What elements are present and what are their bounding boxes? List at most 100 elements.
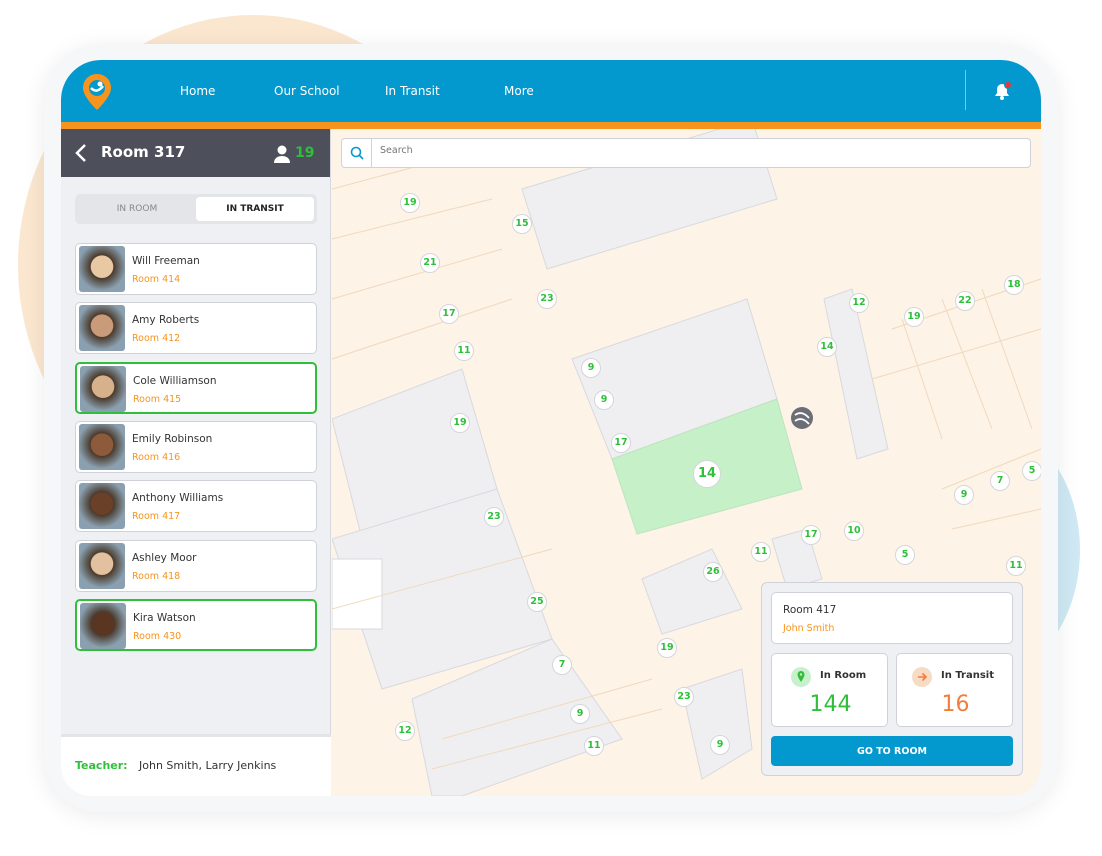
map-room-marker[interactable]: 22 — [955, 291, 975, 311]
student-name: Ashley Moor — [132, 551, 197, 564]
in-transit-stat: In Transit 16 — [896, 653, 1013, 727]
room-info-panel: Room 417 John Smith In Room 144 In Trans… — [761, 582, 1023, 776]
map-room-marker[interactable]: 23 — [484, 507, 504, 527]
map-room-marker[interactable]: 19 — [400, 193, 420, 213]
map-room-marker[interactable]: 9 — [570, 704, 590, 724]
teacher-info: Teacher: John Smith, Larry Jenkins — [61, 734, 331, 796]
map-room-marker[interactable]: 9 — [594, 390, 614, 410]
map-room-marker[interactable]: 26 — [703, 562, 723, 582]
room-header: Room 317 19 — [61, 129, 330, 177]
accent-strip — [61, 122, 1041, 129]
map-room-marker[interactable]: 12 — [849, 293, 869, 313]
student-photo — [79, 483, 125, 530]
top-nav: Home Our School In Transit More — [61, 60, 1041, 122]
student-card[interactable]: Anthony Williams Room 417 — [75, 480, 317, 533]
student-room: Room 414 — [132, 274, 181, 285]
student-room: Room 417 — [132, 511, 181, 523]
go-to-room-button[interactable]: GO TO ROOM — [771, 736, 1013, 766]
student-name: Anthony Williams — [132, 492, 224, 505]
map-room-marker[interactable]: 9 — [954, 485, 974, 505]
map-room-marker[interactable]: 23 — [674, 687, 694, 707]
map-room-marker[interactable]: 19 — [904, 307, 924, 327]
bell-icon[interactable] — [991, 80, 1013, 102]
search-input[interactable] — [380, 145, 980, 156]
room-card: Room 417 John Smith — [771, 592, 1013, 644]
tab-in-transit[interactable]: IN TRANSIT — [196, 197, 314, 221]
student-name: Amy Roberts — [132, 314, 200, 327]
room-title: Room 317 — [101, 143, 186, 161]
map-room-marker[interactable]: 5 — [895, 545, 915, 565]
student-card[interactable]: Ashley Moor Room 418 — [75, 539, 317, 592]
divider — [965, 70, 966, 110]
map-room-marker[interactable]: 11 — [751, 542, 771, 562]
student-card[interactable]: Amy Roberts Room 412 — [75, 302, 317, 355]
map-room-marker[interactable]: 17 — [801, 525, 821, 545]
student-count: 19 — [295, 145, 315, 161]
location-pin-icon — [791, 667, 811, 687]
in-room-label: In Room — [820, 670, 867, 681]
nav-in-transit[interactable]: In Transit — [385, 84, 440, 98]
app-screen: Home Our School In Transit More Room 317… — [61, 60, 1041, 796]
map-room-marker[interactable]: 12 — [395, 721, 415, 741]
map-room-marker[interactable]: 11 — [454, 341, 474, 361]
map-room-marker[interactable]: 9 — [710, 735, 730, 755]
student-photo — [80, 602, 126, 649]
student-name: Emily Robinson — [132, 432, 213, 445]
map-room-marker[interactable]: 11 — [584, 736, 604, 756]
map-room-marker[interactable]: 11 — [1006, 556, 1026, 576]
map-room-marker[interactable]: 17 — [611, 433, 631, 453]
teacher-label: Teacher: — [75, 759, 128, 772]
student-photo — [80, 365, 126, 412]
sidebar: Room 317 19 IN ROOM IN TRANSIT Will Free… — [61, 129, 331, 796]
map-room-marker[interactable]: 5 — [1022, 461, 1041, 481]
map-room-marker[interactable]: 7 — [990, 471, 1010, 491]
student-card[interactable]: Kira Watson Room 430 — [75, 598, 317, 651]
in-room-count: 144 — [809, 692, 852, 717]
student-room: Room 430 — [133, 630, 182, 642]
nav-home[interactable]: Home — [180, 84, 215, 98]
student-room: Room 418 — [132, 570, 181, 582]
student-photo — [79, 423, 125, 470]
map-room-marker[interactable]: 14 — [817, 337, 837, 357]
person-icon — [274, 145, 290, 163]
status-toggle: IN ROOM IN TRANSIT — [75, 194, 317, 224]
student-card[interactable]: Cole Williamson Room 415 — [75, 361, 317, 414]
map-room-marker[interactable]: 15 — [512, 214, 532, 234]
logo-icon — [83, 74, 111, 110]
student-room: Room 412 — [132, 333, 181, 345]
student-name: Will Freeman — [132, 255, 200, 267]
stairs-icon — [791, 407, 813, 429]
map-room-marker[interactable]: 10 — [844, 521, 864, 541]
arrow-right-icon — [912, 667, 932, 687]
student-room: Room 416 — [132, 451, 181, 463]
search-bar — [341, 138, 1031, 168]
map-room-marker[interactable]: 18 — [1004, 275, 1024, 295]
nav-more[interactable]: More — [504, 84, 534, 98]
tab-in-room[interactable]: IN ROOM — [78, 197, 196, 221]
back-chevron-icon[interactable] — [75, 143, 87, 163]
room-teacher: John Smith — [783, 623, 835, 634]
map-room-marker[interactable]: 23 — [537, 289, 557, 309]
student-card[interactable]: Will Freeman Room 414 — [75, 243, 317, 295]
map-room-marker[interactable]: 17 — [439, 304, 459, 324]
student-photo — [79, 542, 125, 589]
student-card[interactable]: Emily Robinson Room 416 — [75, 420, 317, 473]
student-room: Room 415 — [133, 393, 182, 405]
in-transit-count: 16 — [941, 692, 970, 717]
nav-our-school[interactable]: Our School — [274, 84, 340, 98]
map-room-marker[interactable]: 9 — [581, 358, 601, 378]
teacher-names: John Smith, Larry Jenkins — [139, 759, 277, 772]
student-name: Cole Williamson — [133, 374, 217, 387]
map-room-marker[interactable]: 21 — [420, 253, 440, 273]
student-photo — [79, 305, 125, 352]
in-transit-label: In Transit — [941, 670, 995, 681]
search-icon — [350, 146, 364, 160]
map-room-marker[interactable]: 14 — [693, 460, 721, 488]
map-room-marker[interactable]: 7 — [552, 655, 572, 675]
map-room-marker[interactable]: 25 — [527, 592, 547, 612]
map-room-marker[interactable]: 19 — [657, 638, 677, 658]
search-button[interactable] — [342, 139, 372, 167]
student-name: Kira Watson — [133, 611, 196, 624]
map-room-marker[interactable]: 19 — [450, 413, 470, 433]
room-name: Room 417 — [783, 604, 837, 616]
